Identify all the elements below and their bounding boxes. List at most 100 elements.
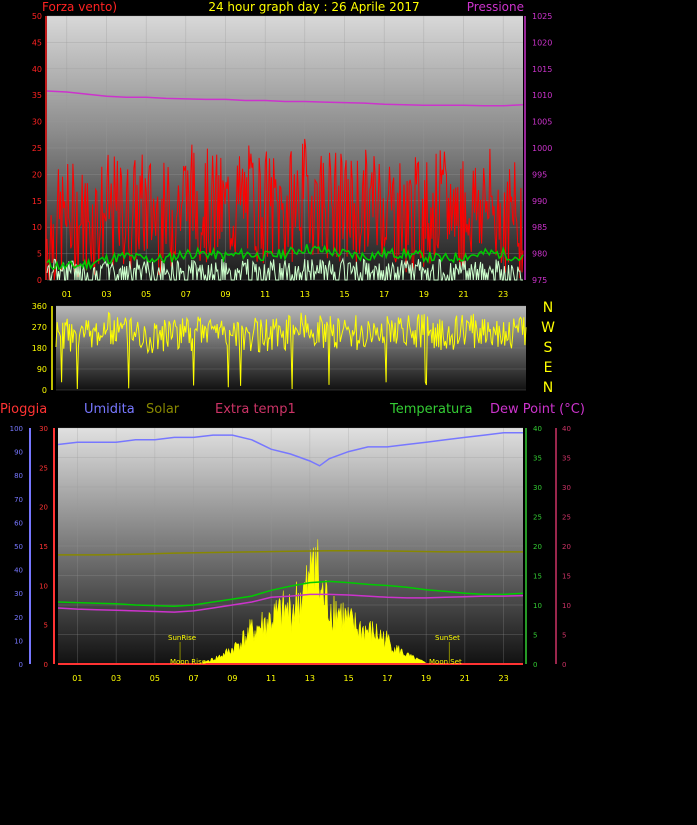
humidity-tick-label: 40	[14, 567, 23, 575]
temp-x-tick-label: 07	[189, 674, 199, 683]
dew-tick-label: 20	[562, 543, 571, 551]
wind-x-tick-label: 21	[458, 290, 468, 299]
temp-tick-label: 15	[533, 573, 542, 581]
temp-tick-label: 0	[533, 661, 537, 669]
humidity-tick-label: 50	[14, 543, 23, 551]
humidity-tick-label: 70	[14, 496, 23, 504]
temp-x-tick-label: 15	[344, 674, 354, 683]
humidity-tick-label: 80	[14, 472, 23, 480]
temp-x-tick-label: 23	[499, 674, 509, 683]
legend-pioggia: Pioggia	[0, 402, 47, 417]
wind-tick-label: 10	[32, 223, 42, 232]
wind-tick-label: 50	[32, 12, 42, 21]
wind-axis-label: Forza vento)	[42, 0, 117, 14]
dew-tick-label: 5	[562, 632, 566, 640]
rain-tick-label: 5	[44, 622, 48, 630]
humidity-tick-label: 10	[14, 637, 23, 645]
temp-tick-label: 5	[533, 632, 537, 640]
temp-tick-label: 40	[533, 425, 542, 433]
temp-tick-label: 30	[533, 484, 542, 492]
wind-tick-label: 40	[32, 65, 42, 74]
temp-x-tick-label: 05	[150, 674, 160, 683]
wind-tick-label: 0	[37, 276, 42, 285]
temp-tick-label: 35	[533, 455, 542, 463]
pressure-tick-label: 980	[532, 250, 547, 259]
legend-dew: Dew Point (°C)	[490, 402, 585, 417]
legend-solar: Solar	[146, 402, 180, 417]
temp-tick-label: 20	[533, 543, 542, 551]
wind-x-tick-label: 23	[498, 290, 508, 299]
temp-x-tick-label: 03	[111, 674, 121, 683]
wind-x-tick-label: 13	[300, 290, 310, 299]
dew-tick-label: 0	[562, 661, 566, 669]
dew-tick-label: 10	[562, 602, 571, 610]
wind-tick-label: 45	[32, 38, 42, 47]
dir-tick-label: 0	[42, 386, 47, 395]
sunset-label: SunSet	[435, 634, 460, 642]
legend-umidita: Umidita	[84, 402, 135, 417]
wind-tick-label: 15	[32, 197, 42, 206]
wind-x-tick-label: 01	[62, 290, 72, 299]
wind-x-tick-label: 19	[419, 290, 429, 299]
wind-x-tick-label: 09	[220, 290, 230, 299]
dir-tick-label: 360	[32, 302, 47, 311]
compass-w: W	[541, 320, 555, 336]
rain-tick-label: 20	[39, 504, 48, 512]
pressure-tick-label: 1005	[532, 118, 552, 127]
pressure-tick-label: 1015	[532, 65, 552, 74]
humidity-tick-label: 20	[14, 614, 23, 622]
compass-n-top: N	[543, 300, 553, 316]
legend-temperatura: Temperatura	[389, 402, 473, 417]
pressure-tick-label: 1020	[532, 38, 552, 47]
dew-tick-label: 35	[562, 455, 571, 463]
rain-tick-label: 15	[39, 543, 48, 551]
wind-tick-label: 5	[37, 250, 42, 259]
wind-x-tick-label: 15	[339, 290, 349, 299]
wind-tick-label: 20	[32, 170, 42, 179]
wind-x-tick-label: 17	[379, 290, 389, 299]
weather-graph: 0510152025303540455097598098599099510001…	[0, 0, 585, 683]
temp-x-tick-label: 01	[72, 674, 82, 683]
dew-tick-label: 25	[562, 514, 571, 522]
legend-extra: Extra temp1	[215, 402, 296, 417]
pressure-tick-label: 1025	[532, 12, 552, 21]
moonrise-label: Moon Rise	[170, 658, 206, 666]
temp-tick-label: 25	[533, 514, 542, 522]
humidity-tick-label: 60	[14, 519, 23, 527]
temp-x-tick-label: 09	[227, 674, 237, 683]
temp-x-tick-label: 17	[382, 674, 392, 683]
temp-tick-label: 10	[533, 602, 542, 610]
rain-tick-label: 10	[39, 582, 48, 590]
pressure-tick-label: 985	[532, 223, 547, 232]
dew-tick-label: 15	[562, 573, 571, 581]
wind-tick-label: 35	[32, 91, 42, 100]
temp-x-tick-label: 13	[305, 674, 315, 683]
moonset-label: Moon Set	[429, 658, 462, 666]
compass-e: E	[544, 360, 553, 376]
pressure-tick-label: 990	[532, 197, 547, 206]
humidity-tick-label: 30	[14, 590, 23, 598]
pressure-tick-label: 1000	[532, 144, 552, 153]
wind-x-tick-label: 07	[181, 290, 191, 299]
dir-tick-label: 90	[37, 365, 47, 374]
temp-x-tick-label: 21	[460, 674, 470, 683]
dir-tick-label: 180	[32, 344, 47, 353]
humidity-tick-label: 0	[19, 661, 23, 669]
humidity-tick-label: 90	[14, 449, 23, 457]
dew-tick-label: 40	[562, 425, 571, 433]
wind-x-tick-label: 03	[101, 290, 111, 299]
sunrise-label: SunRise	[168, 634, 196, 642]
wind-tick-label: 30	[32, 118, 42, 127]
humidity-tick-label: 100	[10, 425, 23, 433]
pressure-tick-label: 975	[532, 276, 547, 285]
wind-tick-label: 25	[32, 144, 42, 153]
pressure-tick-label: 995	[532, 170, 547, 179]
compass-s: S	[544, 340, 553, 356]
dir-tick-label: 270	[32, 323, 47, 332]
dew-tick-label: 30	[562, 484, 571, 492]
rain-tick-label: 0	[44, 661, 48, 669]
temp-x-tick-label: 19	[421, 674, 431, 683]
wind-x-tick-label: 05	[141, 290, 151, 299]
rain-tick-label: 25	[39, 464, 48, 472]
wind-x-tick-label: 11	[260, 290, 270, 299]
